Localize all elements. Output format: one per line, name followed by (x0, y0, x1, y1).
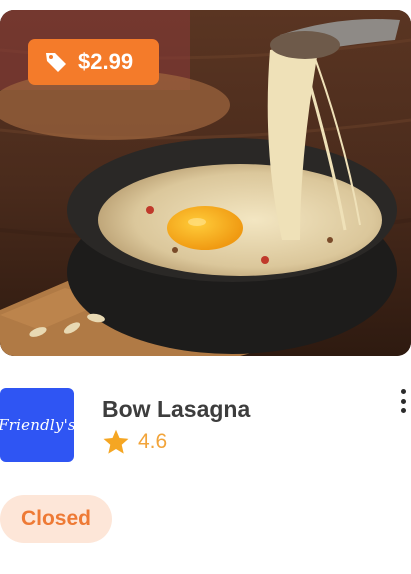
logo-text: Friendly's (0, 416, 76, 434)
tag-icon (46, 53, 66, 72)
item-name: Bow Lasagna (102, 396, 251, 422)
rating: 4.6 (102, 428, 167, 456)
menu-dot (400, 408, 406, 413)
status-label: Closed (20, 507, 91, 530)
status-badge: Closed (0, 495, 112, 543)
star-icon (103, 429, 129, 454)
restaurant-logo: Friendly's (0, 388, 76, 462)
more-vertical-icon[interactable] (394, 386, 411, 416)
restaurant-card[interactable]: $2.99 Friendly's Bow Lasagna 4.6 Closed (0, 0, 411, 574)
rating-value: 4.6 (138, 430, 168, 453)
menu-dot (400, 389, 406, 394)
price-label: $2.99 (78, 49, 134, 74)
price-badge: $2.99 (28, 39, 159, 85)
menu-dot (400, 398, 406, 404)
